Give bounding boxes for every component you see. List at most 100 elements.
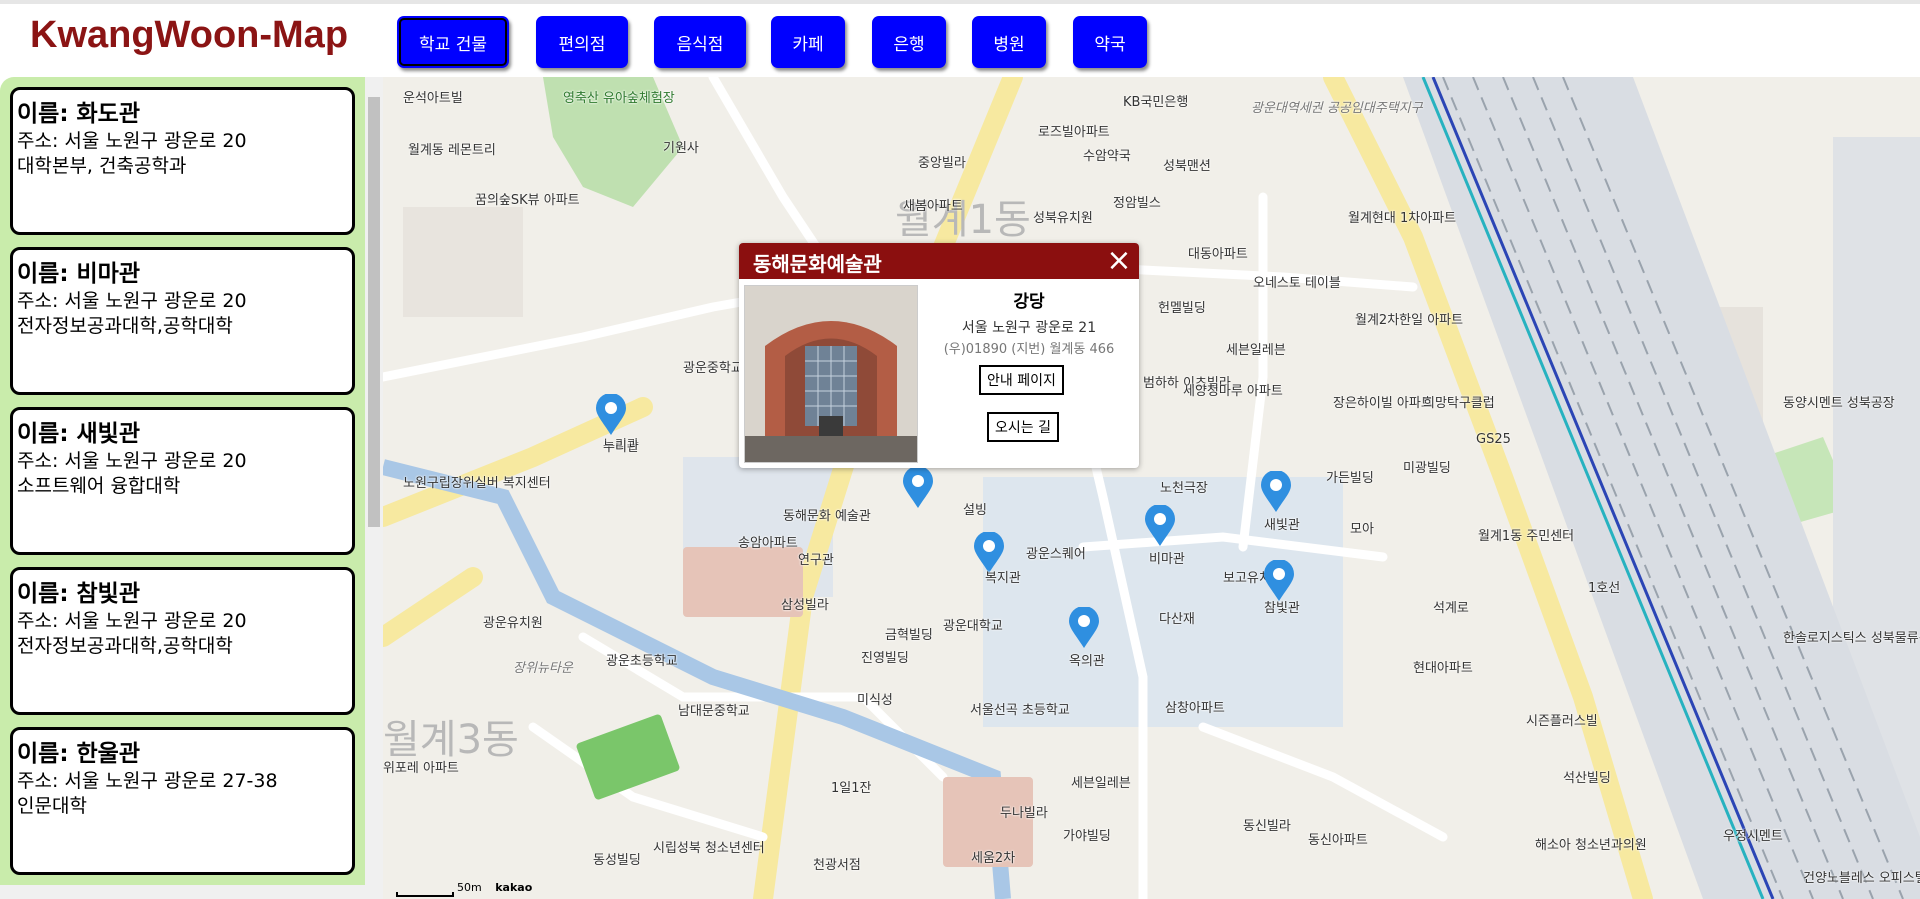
map-marker-chambit[interactable] (1263, 560, 1295, 602)
building-description: 전자정보공과대학,공학대학 (17, 635, 233, 657)
map-pin-icon (1264, 560, 1294, 601)
sidebar-scrollbar[interactable] (365, 77, 383, 899)
map-label: 1호선 (1588, 581, 1621, 596)
building-card-chambit[interactable]: 이름: 참빛관 주소: 서울 노원구 광운로 20 전자정보공과대학,공학대학 (10, 567, 355, 715)
map-label: 기원사 (663, 141, 699, 156)
close-icon[interactable]: × (1105, 246, 1133, 276)
category-button-convenience-store[interactable]: 편의점 (536, 16, 628, 68)
map-label: 천광서점 (813, 858, 861, 873)
map-label: 장은하이빌 아파트 (1333, 396, 1433, 411)
place-address: 서울 노원구 광운로 21 (961, 320, 1097, 336)
map-label: 석산빌딩 (1563, 771, 1611, 786)
map-label: 삼성빌라 (781, 598, 829, 613)
marker-label: 새빛관 (1264, 518, 1300, 533)
map-marker-nuri[interactable] (595, 394, 627, 436)
category-button-restaurant[interactable]: 음식점 (654, 16, 746, 68)
map-label: 새봄아파트 (903, 199, 963, 214)
map-pin-icon (596, 394, 626, 435)
map-label: 현대아파트 (1413, 661, 1473, 676)
map-label: 삼창아파트 (1165, 701, 1225, 716)
map-label: 동신아파트 (1308, 833, 1368, 848)
building-card-hwado[interactable]: 이름: 화도관 주소: 서울 노원구 광운로 20 대학본부, 건축공학과 (10, 87, 355, 235)
building-description: 인문대학 (17, 795, 87, 817)
category-button-hospital[interactable]: 병원 (972, 16, 1046, 68)
building-card-bima[interactable]: 이름: 비마관 주소: 서울 노원구 광운로 20 전자정보공과대학,공학대학 (10, 247, 355, 395)
building-address: 주소: 서울 노원구 광운로 20 (17, 130, 247, 152)
map-label: 해소아 청소년과의원 (1535, 838, 1647, 853)
building-description: 대학본부, 건축공학과 (17, 155, 187, 177)
building-card-hanul[interactable]: 이름: 한울관 주소: 서울 노원구 광운로 27-38 인문대학 (10, 727, 355, 875)
building-address: 주소: 서울 노원구 광운로 20 (17, 450, 247, 472)
map-label: 남대문중학교 (678, 704, 750, 719)
map-label: 시립성북 청소년센터 (653, 841, 765, 856)
place-category: 강당 (1013, 292, 1045, 312)
map-label: 광운대역세권 공공임대주택지구 (1251, 101, 1423, 116)
map-label: 로즈빌아파트 (1038, 125, 1110, 140)
map-label: 동신빌라 (1243, 819, 1291, 834)
map-label: 세움2차 (971, 851, 1016, 866)
map-label: 1일1잔 (831, 781, 872, 796)
map-label: 광운유치원 (483, 616, 543, 631)
category-button-bank[interactable]: 은행 (872, 16, 946, 68)
map-pin-icon (1261, 471, 1291, 512)
building-name: 이름: 화도관 (17, 101, 141, 127)
sidebar-scroll-thumb[interactable] (368, 97, 380, 527)
directions-button[interactable]: 오시는 길 (987, 412, 1059, 442)
map-view[interactable]: 월계1동 월계3동 운석아트빌 영축산 유아숲체험장 기원사 KB국민은행 로즈… (383, 77, 1920, 899)
map-label: 금혁빌딩 (885, 628, 933, 643)
map-label: 노천극장 (1160, 481, 1208, 496)
map-label: 월계현대 1차아파트 (1348, 211, 1457, 226)
building-address: 주소: 서울 노원구 광운로 20 (17, 290, 247, 312)
map-label: 영축산 유아숲체험장 (563, 91, 675, 106)
map-label: 세븐일레븐 (1226, 343, 1286, 358)
map-marker-saebit[interactable] (1260, 471, 1292, 513)
map-label: 월계동 레몬트리 (408, 143, 496, 158)
map-label: 광운대학교 (943, 619, 1003, 634)
map-label: 광운스퀘어 (1026, 547, 1086, 562)
popup-title: 동해문화예술관 (753, 252, 882, 276)
map-label: KB국민은행 (1123, 95, 1189, 110)
building-description: 소프트웨어 융합대학 (17, 475, 181, 497)
map-label: 장위뉴타운 (513, 661, 573, 676)
map-pin-icon (1069, 607, 1099, 648)
info-page-button[interactable]: 안내 페이지 (979, 365, 1064, 395)
map-label: 설빙 (963, 503, 987, 518)
popup-header: 동해문화예술관 × (739, 243, 1139, 279)
marker-label: 누리관 (603, 440, 639, 455)
category-button-pharmacy[interactable]: 약국 (1073, 16, 1147, 68)
map-label: 미식성 (857, 693, 893, 708)
map-label: 오네스토 테이블 (1253, 276, 1341, 291)
map-marker-donghae[interactable] (902, 467, 934, 509)
map-label: 헌멜빌딩 (1158, 301, 1206, 316)
map-label: 월계1동 주민센터 (1478, 529, 1575, 544)
building-photo-image (745, 286, 917, 462)
map-label: 광운초등학교 (606, 654, 678, 669)
kakao-logo: kakao (495, 881, 533, 894)
marker-label: 옥의관 (1069, 654, 1105, 669)
map-label: 동양시멘트 성북공장 (1783, 396, 1895, 411)
map-label: 월계2차한일 아파트 (1355, 313, 1464, 328)
category-button-school-buildings[interactable]: 학교 건물 (397, 16, 509, 68)
category-button-cafe[interactable]: 카페 (771, 16, 845, 68)
map-label: 진영빌딩 (861, 651, 909, 666)
marker-label: 복지관 (985, 571, 1021, 586)
map-scale: 50m kakao (397, 881, 532, 894)
map-label: 중앙빌라 (918, 156, 966, 171)
map-label: 대동아파트 (1188, 247, 1248, 262)
map-label: 운석아트빌 (403, 91, 463, 106)
map-label: 노원구립장위실버 복지센터 (403, 476, 551, 491)
map-label: 광운중학교 (683, 361, 743, 376)
map-label: 우정시멘트 (1723, 829, 1783, 844)
building-card-saebit[interactable]: 이름: 새빛관 주소: 서울 노원구 광운로 20 소프트웨어 융합대학 (10, 407, 355, 555)
map-pin-icon (1145, 505, 1175, 546)
building-name: 이름: 참빛관 (17, 581, 141, 607)
horizontal-scrollbar[interactable] (0, 885, 365, 899)
map-label: 연구관 (798, 553, 834, 568)
building-address: 주소: 서울 노원구 광운로 20 (17, 610, 247, 632)
map-marker-bima[interactable] (1144, 505, 1176, 547)
map-label: 성북맨션 (1163, 159, 1211, 174)
map-label: 석계로 (1433, 601, 1469, 616)
marker-label: 참빛관 (1264, 601, 1300, 616)
map-marker-okui[interactable] (1068, 607, 1100, 649)
map-label: 다산재 (1159, 612, 1195, 627)
